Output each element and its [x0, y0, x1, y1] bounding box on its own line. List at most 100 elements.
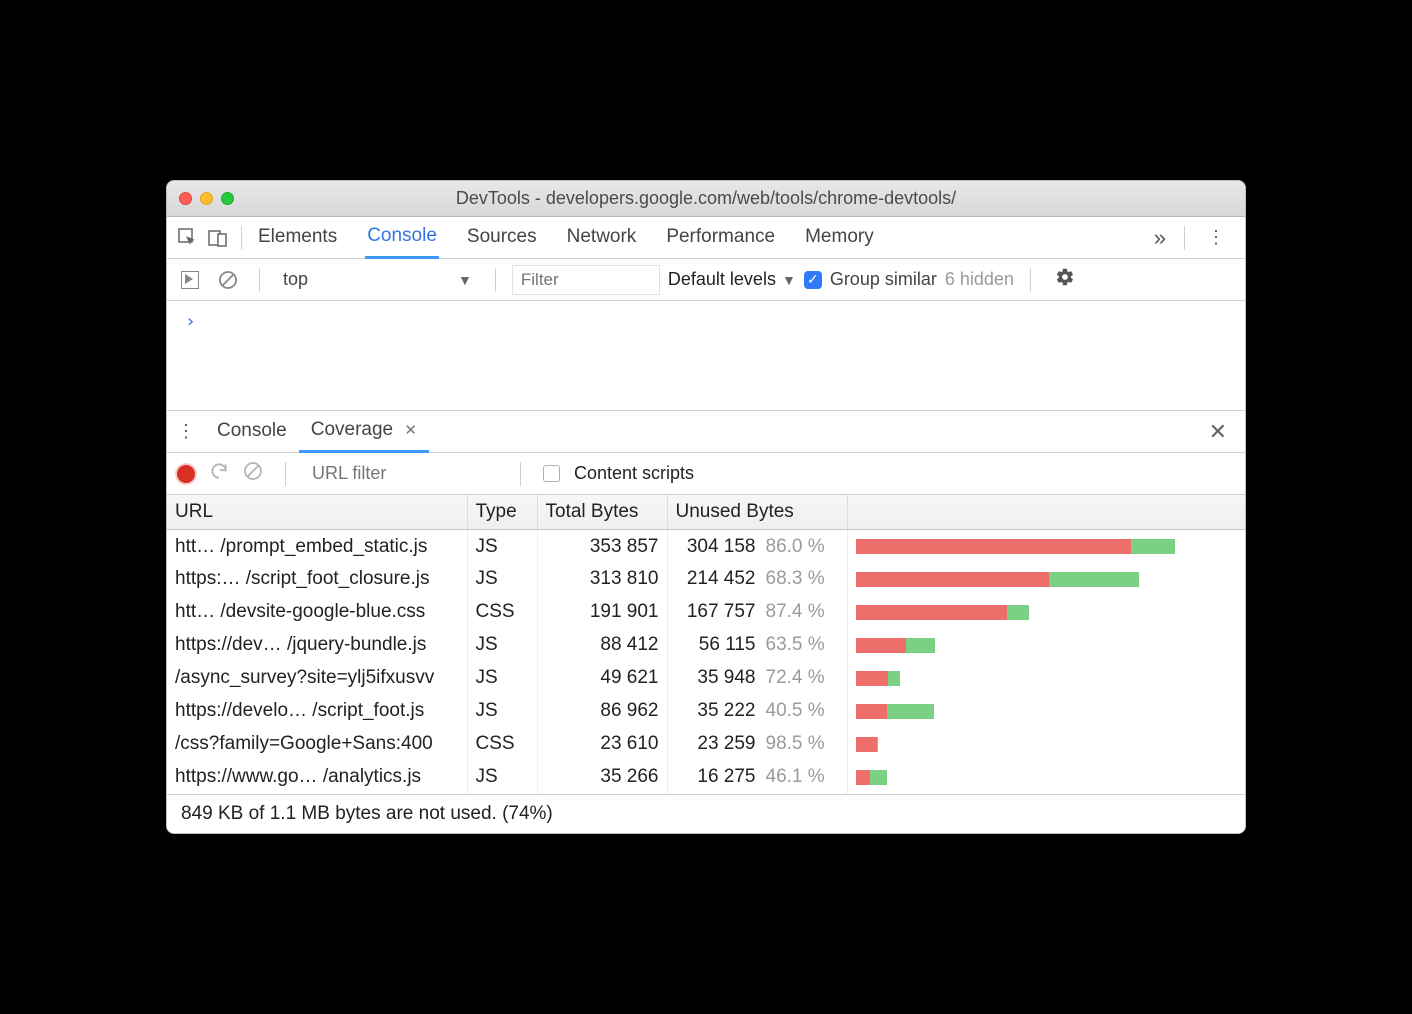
table-row[interactable]: htt… /prompt_embed_static.jsJS353 857304…	[167, 530, 1245, 563]
cell-type: JS	[467, 761, 537, 794]
separator	[520, 462, 521, 486]
table-row[interactable]: https://dev… /jquery-bundle.jsJS88 41256…	[167, 629, 1245, 662]
tab-sources[interactable]: Sources	[465, 218, 539, 257]
window-controls	[179, 192, 234, 205]
tab-elements[interactable]: Elements	[256, 218, 339, 257]
console-settings-icon[interactable]	[1047, 267, 1083, 292]
cell-total: 353 857	[537, 530, 667, 563]
cell-total: 49 621	[537, 662, 667, 695]
close-drawer-icon[interactable]: ✕	[1197, 419, 1239, 445]
separator	[1184, 226, 1185, 250]
table-row[interactable]: htt… /devsite-google-blue.cssCSS191 9011…	[167, 596, 1245, 629]
minimize-window-icon[interactable]	[200, 192, 213, 205]
cell-url: https://www.go… /analytics.js	[167, 761, 467, 794]
url-filter-input[interactable]	[308, 461, 498, 486]
cell-unused: 214 45268.3 %	[667, 563, 847, 596]
cell-total: 313 810	[537, 563, 667, 596]
cell-url: htt… /devsite-google-blue.css	[167, 596, 467, 629]
reload-icon[interactable]	[209, 461, 229, 486]
inspect-element-icon[interactable]	[173, 217, 203, 259]
close-window-icon[interactable]	[179, 192, 192, 205]
table-row[interactable]: https://www.go… /analytics.jsJS35 26616 …	[167, 761, 1245, 794]
levels-label: Default levels	[668, 269, 776, 290]
cell-type: CSS	[467, 596, 537, 629]
separator	[1030, 268, 1031, 292]
tab-performance[interactable]: Performance	[664, 218, 777, 257]
tab-network[interactable]: Network	[565, 218, 639, 257]
device-toolbar-icon[interactable]	[203, 217, 233, 259]
main-tabbar: Elements Console Sources Network Perform…	[167, 217, 1245, 259]
log-levels-selector[interactable]: Default levels ▼	[668, 269, 796, 290]
cell-url: https://dev… /jquery-bundle.js	[167, 629, 467, 662]
cell-bar	[847, 695, 1245, 728]
drawer-menu-icon[interactable]: ⋮	[173, 421, 205, 442]
cell-bar	[847, 662, 1245, 695]
hidden-count: 6 hidden	[945, 269, 1014, 290]
zoom-window-icon[interactable]	[221, 192, 234, 205]
cell-total: 35 266	[537, 761, 667, 794]
window-title: DevTools - developers.google.com/web/too…	[177, 188, 1235, 209]
drawer-tabbar: ⋮ Console Coverage ✕ ✕	[167, 411, 1245, 453]
cell-total: 86 962	[537, 695, 667, 728]
execution-context-icon[interactable]	[175, 259, 205, 301]
cell-bar	[847, 761, 1245, 794]
coverage-table: URL Type Total Bytes Unused Bytes htt… /…	[167, 495, 1245, 794]
drawer-tab-console[interactable]: Console	[205, 412, 299, 451]
console-prompt-icon: ›	[185, 311, 196, 332]
cell-type: JS	[467, 629, 537, 662]
cell-unused: 304 15886.0 %	[667, 530, 847, 563]
cell-unused: 167 75787.4 %	[667, 596, 847, 629]
chevron-down-icon: ▼	[782, 272, 796, 288]
group-similar-checkbox[interactable]: ✓	[804, 271, 822, 289]
col-unused[interactable]: Unused Bytes	[667, 495, 847, 530]
tab-console[interactable]: Console	[365, 217, 439, 259]
table-row[interactable]: /async_survey?site=ylj5ifxusvvJS49 62135…	[167, 662, 1245, 695]
col-url[interactable]: URL	[167, 495, 467, 530]
cell-unused: 16 27546.1 %	[667, 761, 847, 794]
context-selector[interactable]: top ▼	[276, 266, 479, 293]
cell-total: 23 610	[537, 728, 667, 761]
content-scripts-checkbox[interactable]	[543, 465, 560, 482]
table-row[interactable]: https:… /script_foot_closure.jsJS313 810…	[167, 563, 1245, 596]
table-row[interactable]: /css?family=Google+Sans:400CSS23 61023 2…	[167, 728, 1245, 761]
tab-memory[interactable]: Memory	[803, 218, 876, 257]
drawer-tab-label: Coverage	[311, 419, 393, 440]
group-similar-label: Group similar	[830, 269, 937, 290]
col-bar[interactable]	[847, 495, 1245, 530]
titlebar: DevTools - developers.google.com/web/too…	[167, 181, 1245, 217]
table-row[interactable]: https://develo… /script_foot.jsJS86 9623…	[167, 695, 1245, 728]
console-body[interactable]: ›	[167, 301, 1245, 411]
cell-type: JS	[467, 662, 537, 695]
panel-tabs: Elements Console Sources Network Perform…	[250, 217, 1144, 259]
cell-total: 88 412	[537, 629, 667, 662]
cell-url: /css?family=Google+Sans:400	[167, 728, 467, 761]
separator	[241, 226, 242, 250]
cell-url: htt… /prompt_embed_static.js	[167, 530, 467, 563]
clear-icon[interactable]	[243, 461, 263, 486]
settings-menu-icon[interactable]: ⋮	[1193, 227, 1239, 248]
cell-unused: 35 94872.4 %	[667, 662, 847, 695]
content-scripts-label: Content scripts	[574, 463, 694, 484]
cell-bar	[847, 728, 1245, 761]
record-icon[interactable]	[177, 465, 195, 483]
context-label: top	[283, 269, 308, 290]
more-tabs-icon[interactable]: »	[1144, 225, 1176, 251]
cell-unused: 35 22240.5 %	[667, 695, 847, 728]
chevron-down-icon: ▼	[458, 272, 472, 288]
filter-input[interactable]	[512, 265, 660, 295]
cell-type: JS	[467, 563, 537, 596]
cell-bar	[847, 563, 1245, 596]
devtools-window: DevTools - developers.google.com/web/too…	[166, 180, 1246, 834]
coverage-status: 849 KB of 1.1 MB bytes are not used. (74…	[167, 794, 1245, 833]
col-type[interactable]: Type	[467, 495, 537, 530]
cell-type: CSS	[467, 728, 537, 761]
coverage-toolbar: Content scripts	[167, 453, 1245, 495]
cell-unused: 56 11563.5 %	[667, 629, 847, 662]
clear-console-icon[interactable]	[213, 259, 243, 301]
drawer-tab-coverage[interactable]: Coverage ✕	[299, 411, 429, 453]
separator	[259, 268, 260, 292]
col-total[interactable]: Total Bytes	[537, 495, 667, 530]
cell-total: 191 901	[537, 596, 667, 629]
cell-unused: 23 25998.5 %	[667, 728, 847, 761]
close-tab-icon[interactable]: ✕	[404, 422, 417, 439]
